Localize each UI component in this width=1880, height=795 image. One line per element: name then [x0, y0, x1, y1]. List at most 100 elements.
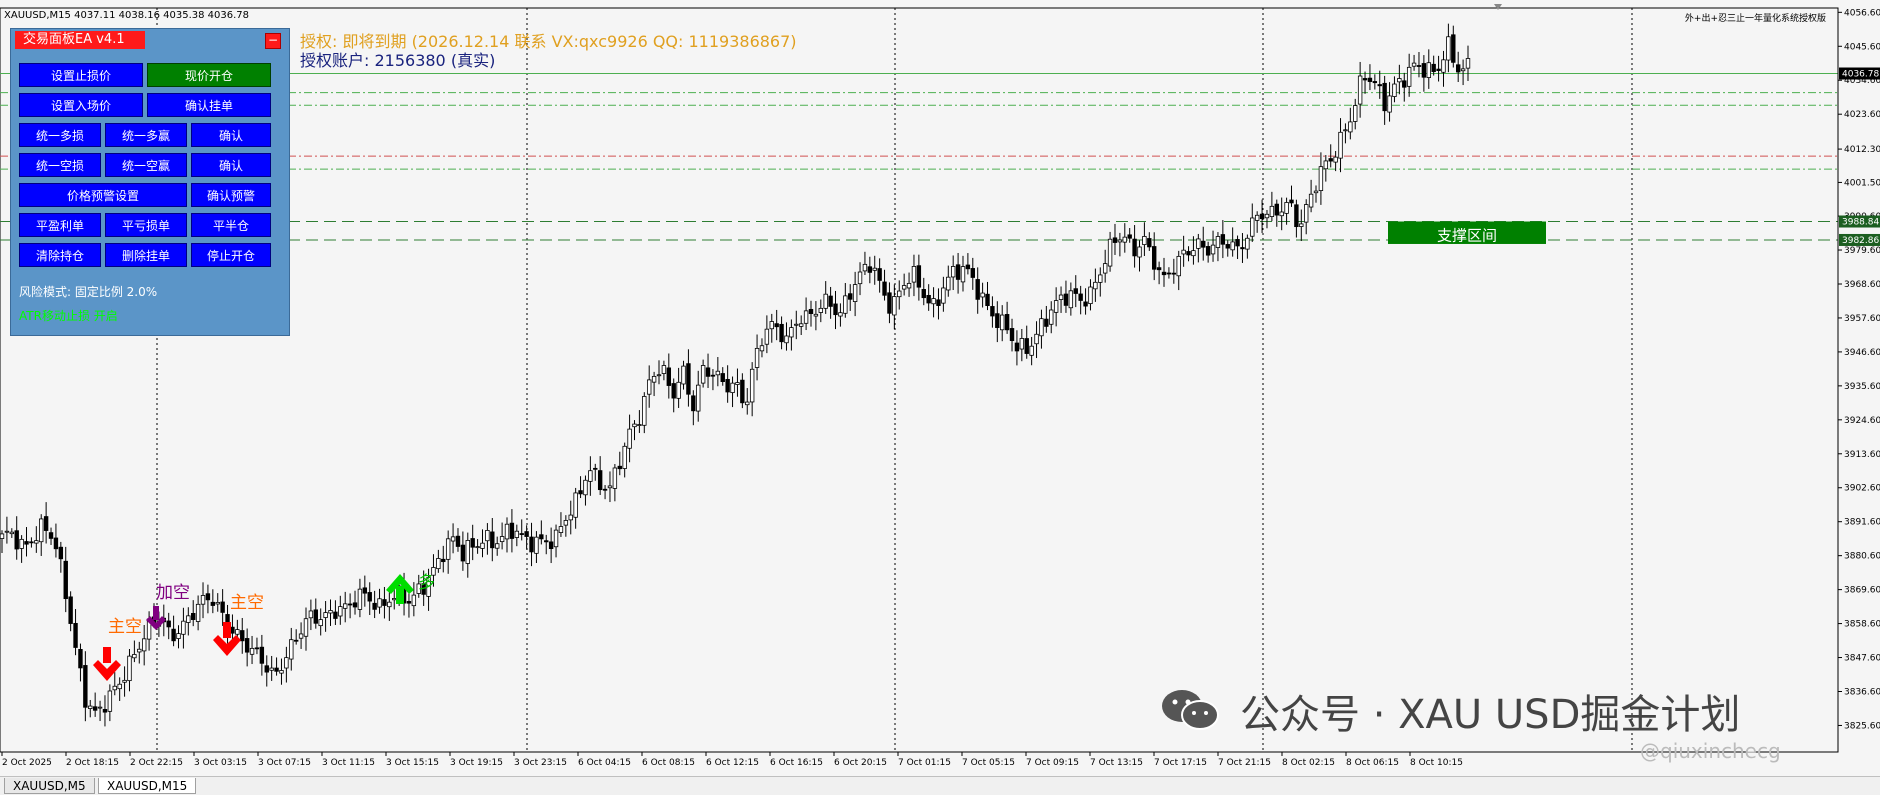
candle-body: [137, 648, 142, 653]
time-axis-label: 7 Oct 21:15: [1218, 758, 1271, 768]
candle-body: [1073, 288, 1078, 294]
candle-body: [279, 670, 284, 674]
confirm-alert-button[interactable]: 确认预警: [191, 183, 271, 207]
candle-body: [19, 538, 24, 549]
set-stop-loss-button[interactable]: 设置止损价: [19, 63, 143, 87]
candle-body: [563, 520, 569, 526]
price-axis-label: 4045.60: [1844, 42, 1880, 52]
candle-body: [1338, 131, 1343, 159]
candle-body: [676, 381, 681, 399]
candle-body: [710, 374, 716, 377]
minimize-button[interactable]: −: [265, 33, 281, 49]
candle-body: [1362, 78, 1368, 81]
candle-body: [764, 328, 770, 345]
candle-body: [1269, 205, 1275, 217]
candle-body: [892, 296, 897, 316]
candle-body: [887, 292, 892, 314]
trade-panel[interactable]: 交易面板EA v4.1 − 设置止损价 现价开仓 设置入场价 确认挂单 统一多损…: [10, 28, 290, 336]
set-entry-price-button[interactable]: 设置入场价: [19, 93, 143, 117]
candle-body: [1063, 293, 1069, 306]
candle-body: [1215, 236, 1221, 248]
candle-body: [333, 611, 338, 619]
price-tag-label: 3982.86: [1842, 236, 1879, 246]
candle-body: [0, 533, 5, 539]
candle-body: [637, 424, 642, 426]
unify-long-sl-button[interactable]: 统一多损: [19, 123, 101, 147]
confirm-short-button[interactable]: 确认: [191, 153, 271, 177]
price-tag-label: 3988.84: [1842, 218, 1879, 228]
tab-xauusd-m15[interactable]: XAUUSD,M15: [98, 778, 197, 794]
candle-body: [828, 295, 833, 307]
candle-body: [568, 514, 573, 521]
candle-body: [1201, 240, 1206, 248]
candle-body: [691, 395, 696, 412]
tab-xauusd-m5[interactable]: XAUUSD,M5: [4, 778, 95, 794]
candle-body: [1387, 95, 1392, 113]
candle-body: [906, 282, 912, 289]
candle-body: [480, 542, 485, 549]
close-half-button[interactable]: 平半仓: [191, 213, 271, 237]
candle-body: [1353, 105, 1358, 122]
candle-body: [779, 323, 784, 343]
unify-short-sl-button[interactable]: 统一空损: [19, 153, 101, 177]
candle-body: [990, 306, 995, 317]
candle-body: [720, 373, 725, 382]
candle-body: [83, 665, 88, 708]
price-axis-label: 3968.60: [1844, 280, 1880, 290]
close-profit-orders-button[interactable]: 平盈利单: [19, 213, 101, 237]
time-axis-label: 3 Oct 11:15: [322, 758, 375, 768]
candle-body: [1107, 238, 1113, 267]
candle-body: [107, 690, 113, 712]
price-alert-settings-button[interactable]: 价格预警设置: [19, 183, 187, 207]
candle-body: [1254, 214, 1260, 221]
trade-panel-titlebar[interactable]: 交易面板EA v4.1 −: [11, 29, 289, 51]
price-axis-label: 3924.60: [1844, 416, 1880, 426]
candle-body: [916, 265, 922, 288]
candle-body: [1176, 255, 1181, 277]
unify-long-tp-button[interactable]: 统一多赢: [105, 123, 187, 147]
candle-body: [867, 266, 873, 273]
close-loss-orders-button[interactable]: 平亏损单: [105, 213, 187, 237]
candle-body: [392, 598, 397, 601]
candle-body: [499, 536, 505, 543]
candle-body: [29, 541, 34, 544]
candle-body: [965, 264, 971, 270]
candle-body: [1181, 249, 1186, 255]
candle-body: [78, 649, 83, 669]
candle-body: [132, 654, 137, 659]
confirm-pending-order-button[interactable]: 确认挂单: [147, 93, 271, 117]
time-axis-label: 6 Oct 08:15: [642, 758, 695, 768]
candle-body: [1328, 158, 1333, 162]
price-axis-label: 3935.60: [1844, 382, 1880, 392]
candle-body: [1460, 68, 1466, 72]
confirm-long-button[interactable]: 确认: [191, 123, 271, 147]
candle-body: [377, 598, 382, 608]
candle-body: [926, 294, 931, 304]
delete-pending-button[interactable]: 删除挂单: [105, 243, 187, 267]
candle-body: [1446, 36, 1451, 61]
market-open-button[interactable]: 现价开仓: [147, 63, 271, 87]
license-account-text: 授权账户: 2156380 (真实): [300, 51, 496, 70]
candle-body: [1132, 238, 1137, 257]
candle-body: [1142, 236, 1147, 246]
candle-body: [1426, 62, 1431, 78]
clear-positions-button[interactable]: 清除持仓: [19, 243, 101, 267]
candle-body: [1431, 63, 1436, 72]
candle-body: [1127, 234, 1132, 239]
candle-body: [882, 281, 887, 296]
price-axis-label: 4012.30: [1844, 145, 1880, 155]
candle-body: [1392, 83, 1397, 97]
candle-body: [946, 276, 951, 291]
unify-short-tp-button[interactable]: 统一空赢: [105, 153, 187, 177]
candle-body: [1000, 314, 1005, 331]
candle-body: [293, 639, 299, 642]
candle-body: [24, 541, 29, 545]
candle-body: [1372, 81, 1378, 84]
candle-body: [117, 683, 122, 690]
candle-body: [411, 594, 417, 607]
candle-body: [1240, 247, 1245, 250]
candle-body: [357, 588, 363, 610]
stop-opening-button[interactable]: 停止开仓: [191, 243, 271, 267]
candle-body: [936, 299, 941, 306]
candle-body: [897, 290, 902, 298]
